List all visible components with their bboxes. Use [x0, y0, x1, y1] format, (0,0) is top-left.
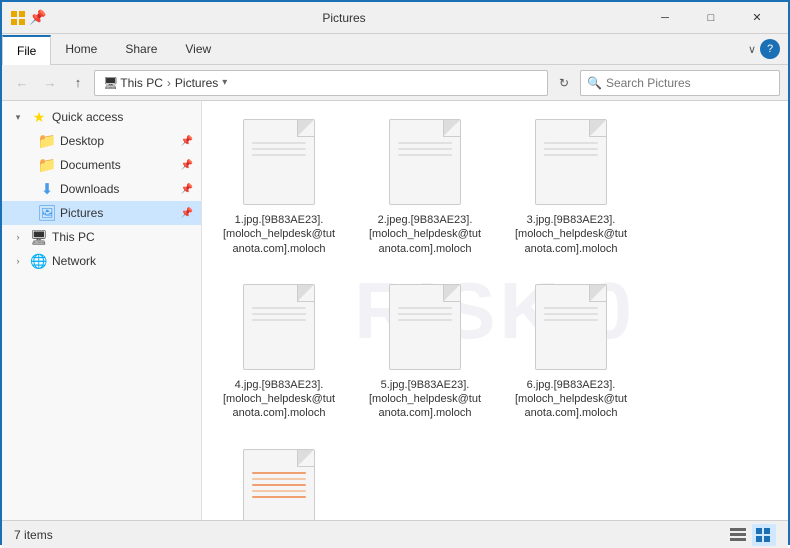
tab-share[interactable]: Share — [111, 34, 171, 64]
ribbon-chevron[interactable]: ∨ — [748, 43, 756, 56]
list-item[interactable]: readme-warning.txt — [214, 443, 344, 520]
quick-access-icon: 📌 — [30, 10, 46, 26]
window-title: Pictures — [46, 11, 642, 25]
desktop-folder-icon: 📁 — [38, 132, 56, 150]
list-item[interactable]: 6.jpg.[9B83AE23].[moloch_helpdesk@tutano… — [506, 278, 636, 427]
sidebar-section-quick-access: ▾ ★ Quick access 📁 Desktop 📌 📁 Documents… — [2, 105, 201, 225]
tab-file[interactable]: File — [2, 35, 51, 65]
list-item[interactable]: 2.jpeg.[9B83AE23].[moloch_helpdesk@tutan… — [360, 113, 490, 262]
documents-pin-icon: 📌 — [181, 160, 193, 171]
expand-network[interactable]: › — [10, 253, 26, 269]
file-icon-1 — [239, 119, 319, 209]
title-bar-icons: 📌 — [10, 10, 46, 26]
network-icon: 🌐 — [30, 252, 48, 270]
sidebar-item-documents[interactable]: 📁 Documents 📌 — [2, 153, 201, 177]
documents-folder-icon: 📁 — [38, 156, 56, 174]
search-icon: 🔍 — [587, 76, 602, 90]
search-box[interactable]: 🔍 — [580, 70, 780, 96]
sidebar-item-desktop[interactable]: 📁 Desktop 📌 — [2, 129, 201, 153]
path-separator-1: › — [167, 76, 171, 90]
status-items-label: items — [24, 528, 53, 542]
file-name-5: 5.jpg.[9B83AE23].[moloch_helpdesk@tutano… — [366, 378, 484, 421]
up-button[interactable]: ↑ — [66, 71, 90, 95]
list-item[interactable]: 3.jpg.[9B83AE23].[moloch_helpdesk@tutano… — [506, 113, 636, 262]
back-button[interactable]: ← — [10, 71, 34, 95]
ribbon-tabs: File Home Share View ∨ ? — [2, 34, 788, 64]
path-this-pc: 🖥 This PC — [103, 76, 163, 90]
expand-quick-access[interactable]: ▾ — [10, 109, 26, 125]
desktop-pin-icon: 📌 — [181, 136, 193, 147]
file-icon-5 — [385, 284, 465, 374]
file-icon-7 — [239, 449, 319, 520]
file-name-2: 2.jpeg.[9B83AE23].[moloch_helpdesk@tutan… — [366, 213, 484, 256]
address-dropdown-arrow[interactable]: ▾ — [222, 77, 227, 88]
sidebar-item-downloads[interactable]: ⬇ Downloads 📌 — [2, 177, 201, 201]
maximize-button[interactable]: □ — [688, 2, 734, 34]
path-pictures: Pictures — [175, 76, 218, 90]
quick-access-label: Quick access — [52, 110, 193, 124]
minimize-button[interactable]: ─ — [642, 2, 688, 34]
tab-home[interactable]: Home — [51, 34, 111, 64]
network-label: Network — [52, 254, 193, 268]
downloads-pin-icon: 📌 — [181, 184, 193, 195]
ribbon: File Home Share View ∨ ? — [2, 34, 788, 65]
file-name-3: 3.jpg.[9B83AE23].[moloch_helpdesk@tutano… — [512, 213, 630, 256]
help-button[interactable]: ? — [760, 39, 780, 59]
this-pc-icon: 🖥 — [30, 228, 48, 246]
downloads-folder-icon: ⬇ — [38, 180, 56, 198]
file-icon-6 — [531, 284, 611, 374]
large-icons-view-button[interactable] — [752, 524, 776, 546]
documents-label: Documents — [60, 158, 175, 172]
main-content: ▾ ★ Quick access 📁 Desktop 📌 📁 Documents… — [2, 101, 788, 520]
search-input[interactable] — [606, 76, 773, 90]
address-path[interactable]: 🖥 This PC › Pictures ▾ — [94, 70, 548, 96]
status-count: 7 — [14, 528, 21, 542]
files-area: RISK 0 1.jpg.[9B83AE23].[moloch_helpdesk… — [202, 101, 788, 520]
file-icon-2 — [385, 119, 465, 209]
sidebar-section-this-pc: › 🖥 This PC — [2, 225, 201, 249]
file-icon-3 — [531, 119, 611, 209]
sidebar-item-quick-access[interactable]: ▾ ★ Quick access — [2, 105, 201, 129]
window-controls: ─ □ ✕ — [642, 2, 780, 34]
file-name-4: 4.jpg.[9B83AE23].[moloch_helpdesk@tutano… — [220, 378, 338, 421]
sidebar-item-network[interactable]: › 🌐 Network — [2, 249, 201, 273]
expand-this-pc[interactable]: › — [10, 229, 26, 245]
sidebar: ▾ ★ Quick access 📁 Desktop 📌 📁 Documents… — [2, 101, 202, 520]
pictures-label: Pictures — [60, 206, 175, 220]
files-grid: 1.jpg.[9B83AE23].[moloch_helpdesk@tutano… — [214, 113, 776, 520]
sidebar-item-pictures[interactable]: 🖼 Pictures 📌 — [2, 201, 201, 225]
list-item[interactable]: 5.jpg.[9B83AE23].[moloch_helpdesk@tutano… — [360, 278, 490, 427]
close-button[interactable]: ✕ — [734, 2, 780, 34]
desktop-label: Desktop — [60, 134, 175, 148]
pictures-folder-icon: 🖼 — [38, 204, 56, 222]
sidebar-section-network: › 🌐 Network — [2, 249, 201, 273]
this-pc-label: This PC — [52, 230, 193, 244]
title-bar: 📌 Pictures ─ □ ✕ — [2, 2, 788, 34]
quick-access-star-icon: ★ — [30, 108, 48, 126]
status-bar: 7 items — [2, 520, 788, 548]
file-icon-4 — [239, 284, 319, 374]
sidebar-item-this-pc[interactable]: › 🖥 This PC — [2, 225, 201, 249]
ribbon-right: ∨ ? — [748, 39, 788, 59]
refresh-button[interactable]: ↻ — [552, 71, 576, 95]
view-toggle — [726, 524, 776, 546]
downloads-label: Downloads — [60, 182, 175, 196]
forward-button[interactable]: → — [38, 71, 62, 95]
file-name-6: 6.jpg.[9B83AE23].[moloch_helpdesk@tutano… — [512, 378, 630, 421]
list-item[interactable]: 1.jpg.[9B83AE23].[moloch_helpdesk@tutano… — [214, 113, 344, 262]
window-icon — [10, 10, 26, 26]
address-bar: ← → ↑ 🖥 This PC › Pictures ▾ ↻ 🔍 — [2, 65, 788, 101]
pictures-pin-icon: 📌 — [181, 208, 193, 219]
file-name-1: 1.jpg.[9B83AE23].[moloch_helpdesk@tutano… — [220, 213, 338, 256]
list-view-button[interactable] — [726, 524, 750, 546]
list-item[interactable]: 4.jpg.[9B83AE23].[moloch_helpdesk@tutano… — [214, 278, 344, 427]
tab-view[interactable]: View — [171, 34, 225, 64]
